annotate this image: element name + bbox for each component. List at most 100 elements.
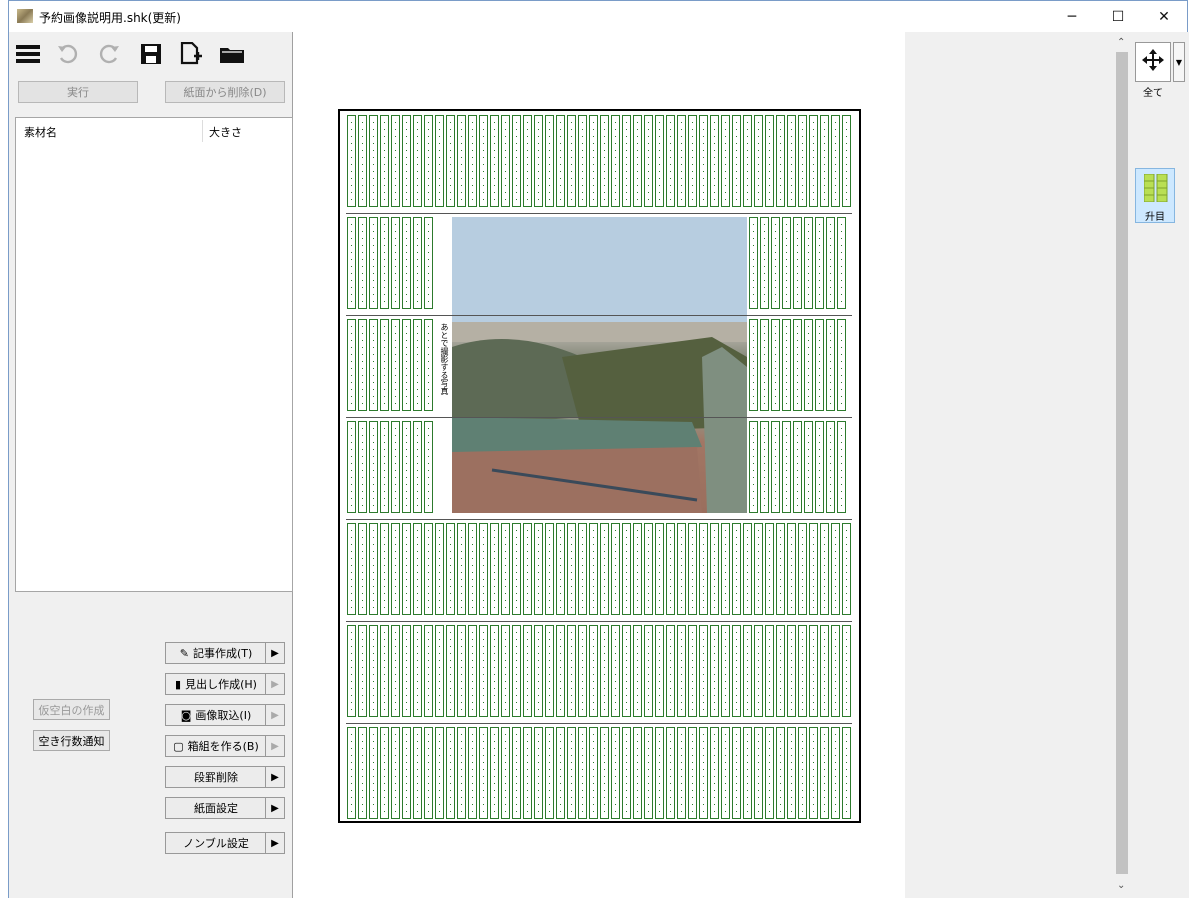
grid-cell: [479, 727, 488, 819]
grid-cell: [842, 523, 851, 615]
minimize-button[interactable]: ─: [1049, 1, 1095, 32]
grid-cell: [743, 625, 752, 717]
create-article-label: 記事作成(T): [192, 647, 253, 660]
grid-cell: [798, 625, 807, 717]
grid-cell: [600, 625, 609, 717]
grid-cell: [782, 217, 791, 309]
photo-image[interactable]: [452, 217, 747, 513]
grid-cell: [677, 115, 686, 207]
grid-cell: [556, 625, 565, 717]
grid-cell: [556, 523, 565, 615]
title-bar[interactable]: 予約画像説明用.shk(更新) ─ ☐ ✕: [9, 1, 1187, 32]
create-article-button[interactable]: ✎ 記事作成(T) ▶: [165, 642, 285, 664]
grid-cell: [644, 523, 653, 615]
grid-cell: [721, 625, 730, 717]
remove-from-paper-button[interactable]: 紙面から削除(D): [165, 81, 285, 103]
grid-cell: [820, 523, 829, 615]
move-all-button[interactable]: [1135, 42, 1171, 82]
grid-cell: [754, 115, 763, 207]
grid-cell: [776, 523, 785, 615]
grid-cell: [523, 523, 532, 615]
grid-cell: [809, 115, 818, 207]
grid-cell: [523, 727, 532, 819]
undo-icon[interactable]: [54, 40, 82, 68]
grid-cell: [402, 421, 411, 513]
pencil-icon: ✎: [179, 646, 189, 660]
new-file-icon[interactable]: [177, 40, 205, 68]
open-folder-icon[interactable]: [218, 40, 246, 68]
import-image-arrow[interactable]: ▶: [265, 705, 284, 725]
grid-row: [347, 523, 851, 615]
app-icon: [17, 9, 33, 23]
grid-cell: [787, 625, 796, 717]
grid-cell: [721, 115, 730, 207]
grid-cell: [804, 421, 813, 513]
create-article-arrow[interactable]: ▶: [265, 643, 284, 663]
column-divider[interactable]: [202, 120, 203, 142]
grid-cell: [424, 421, 433, 513]
column-header-material[interactable]: 素材名: [24, 124, 57, 140]
provisional-blank-button[interactable]: 仮空白の作成: [33, 699, 110, 720]
grid-cell: [820, 625, 829, 717]
menu-icon[interactable]: [14, 40, 42, 68]
grid-cell: [446, 115, 455, 207]
grid-cell: [402, 115, 411, 207]
maximize-button[interactable]: ☐: [1095, 1, 1141, 32]
grid-cell: [710, 115, 719, 207]
grid-cell: [743, 523, 752, 615]
grid-toggle-label: 升目: [1145, 212, 1165, 223]
delete-rule-arrow[interactable]: ▶: [265, 767, 284, 787]
grid-toggle-button[interactable]: 升目: [1135, 168, 1175, 223]
create-headline-button[interactable]: ▮ 見出し作成(H) ▶: [165, 673, 285, 695]
execute-button[interactable]: 実行: [18, 81, 138, 103]
page-number-settings-button[interactable]: ノンブル設定 ▶: [165, 832, 285, 854]
paper-settings-label: 紙面設定: [194, 802, 238, 815]
grid-cell: [490, 115, 499, 207]
grid-cell: [820, 115, 829, 207]
close-button[interactable]: ✕: [1141, 1, 1187, 32]
chart-bars-icon: ▮: [175, 677, 182, 691]
grid-cell: [391, 319, 400, 411]
newspaper-page[interactable]: あとで撮影する写真: [338, 109, 861, 823]
scroll-up-icon[interactable]: ⌃: [1117, 37, 1125, 48]
grid-cell: [826, 319, 835, 411]
grid-cell: [765, 523, 774, 615]
grid-cell: [776, 727, 785, 819]
grid-cell: [815, 217, 824, 309]
grid-cell: [589, 115, 598, 207]
redo-icon[interactable]: [95, 40, 123, 68]
paper-settings-arrow[interactable]: ▶: [265, 798, 284, 818]
grid-cell: [765, 115, 774, 207]
left-pane: 実行 紙面から削除(D) 素材名 大きさ ✎ 記事作成(T) ▶ ▮ 見出し作成(H…: [9, 32, 293, 898]
scrollbar-thumb[interactable]: [1116, 52, 1128, 874]
paper-settings-button[interactable]: 紙面設定 ▶: [165, 797, 285, 819]
import-image-button[interactable]: ◙ 画像取込(I) ▶: [165, 704, 285, 726]
grid-cell: [435, 625, 444, 717]
grid-cell: [413, 727, 422, 819]
save-icon[interactable]: [137, 40, 165, 68]
grid-cell: [435, 115, 444, 207]
empty-lines-notice-button[interactable]: 空き行数通知: [33, 730, 110, 751]
grid-cell: [710, 625, 719, 717]
grid-cell: [837, 319, 846, 411]
delete-rule-button[interactable]: 段罫削除 ▶: [165, 766, 285, 788]
column-header-size[interactable]: 大きさ: [209, 124, 242, 140]
scroll-down-icon[interactable]: ⌄: [1117, 880, 1125, 891]
create-headline-label: 見出し作成(H): [185, 678, 257, 691]
move-dropdown-arrow[interactable]: ▼: [1173, 42, 1185, 82]
grid-cell: [782, 319, 791, 411]
grid-cell: [424, 115, 433, 207]
page-number-settings-arrow[interactable]: ▶: [265, 833, 284, 853]
vertical-scrollbar[interactable]: ⌃ ⌄: [1113, 32, 1131, 898]
grid-cell: [804, 319, 813, 411]
create-headline-arrow[interactable]: ▶: [265, 674, 284, 694]
grid-cell: [347, 319, 356, 411]
paper-canvas[interactable]: あとで撮影する写真: [293, 32, 1113, 898]
grid-cell: [776, 625, 785, 717]
create-box-button[interactable]: ▢ 箱組を作る(B) ▶: [165, 735, 285, 757]
move-arrows-icon: [1141, 48, 1165, 76]
grid-cell: [611, 115, 620, 207]
create-box-arrow[interactable]: ▶: [265, 736, 284, 756]
grid-cell: [468, 115, 477, 207]
material-list[interactable]: 素材名 大きさ: [15, 117, 293, 592]
